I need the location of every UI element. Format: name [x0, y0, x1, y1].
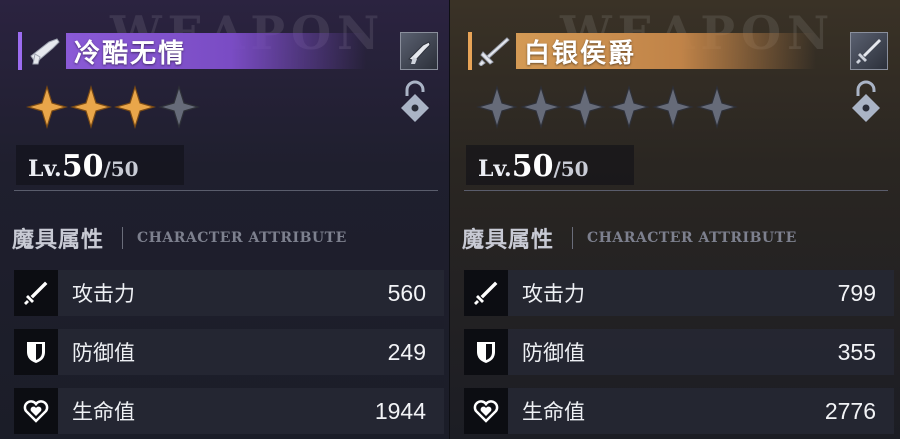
- stat-label: 生命值: [522, 400, 585, 424]
- section-separator: [572, 227, 574, 249]
- star-empty-icon: [158, 84, 200, 130]
- weapon-name-bar: 白银侯爵: [516, 33, 816, 69]
- level-current: 50: [61, 149, 104, 184]
- level-display: Lv. 50 /50: [466, 145, 634, 185]
- section-header: 魔具属性 CHARACTER ATTRIBUTE: [462, 222, 797, 254]
- level-display: Lv. 50 /50: [16, 145, 184, 185]
- weapon-panel-right: WEAPON 白银侯爵: [450, 0, 900, 439]
- stat-label: 攻击力: [72, 282, 135, 306]
- section-title-cn: 魔具属性: [12, 227, 105, 253]
- shield-icon: [464, 329, 508, 375]
- star-empty-icon: [608, 84, 650, 130]
- sword-icon: [14, 270, 58, 316]
- section-title-en: CHARACTER ATTRIBUTE: [137, 230, 347, 246]
- stat-row-attack: 攻击力 799: [464, 270, 894, 316]
- section-title-en: CHARACTER ATTRIBUTE: [587, 230, 797, 246]
- gun-icon: [22, 32, 66, 70]
- sword-icon: [464, 270, 508, 316]
- weapon-name-bar: 冷酷无情: [66, 33, 366, 69]
- stat-row-defense: 防御值 355: [464, 329, 894, 375]
- unlocked-padlock-icon[interactable]: [395, 80, 435, 126]
- section-header: 魔具属性 CHARACTER ATTRIBUTE: [12, 222, 347, 254]
- stat-value: 799: [837, 279, 876, 306]
- shield-icon: [14, 329, 58, 375]
- star-rating: [476, 84, 738, 130]
- stat-value: 355: [837, 338, 876, 365]
- stat-value: 560: [387, 279, 426, 306]
- level-max: /50: [103, 157, 139, 181]
- level-prefix: Lv.: [478, 156, 512, 182]
- weapon-panel-left: WEAPON 冷酷无情: [0, 0, 450, 439]
- star-empty-icon: [652, 84, 694, 130]
- heart-icon: [464, 388, 508, 434]
- star-filled-icon: [26, 84, 68, 130]
- stat-label: 生命值: [72, 400, 135, 424]
- weapon-title-row: 白银侯爵: [468, 32, 888, 70]
- divider: [14, 190, 438, 191]
- star-empty-icon: [696, 84, 738, 130]
- star-empty-icon: [476, 84, 518, 130]
- stat-row-hp: 生命值 1944: [14, 388, 444, 434]
- section-separator: [122, 227, 124, 249]
- unlocked-padlock-icon[interactable]: [846, 80, 886, 126]
- stat-value: 1944: [374, 397, 426, 424]
- stat-label: 防御值: [522, 341, 585, 365]
- heart-icon: [14, 388, 58, 434]
- section-title-cn: 魔具属性: [462, 227, 555, 253]
- sword-icon[interactable]: [850, 32, 888, 70]
- star-filled-icon: [70, 84, 112, 130]
- level-max: /50: [553, 157, 589, 181]
- sword-icon: [472, 32, 516, 70]
- level-prefix: Lv.: [28, 156, 62, 182]
- weapon-title-row: 冷酷无情: [18, 32, 438, 70]
- stat-value: 249: [387, 338, 426, 365]
- star-filled-icon: [114, 84, 156, 130]
- divider: [464, 190, 888, 191]
- stat-row-attack: 攻击力 560: [14, 270, 444, 316]
- star-empty-icon: [564, 84, 606, 130]
- star-empty-icon: [520, 84, 562, 130]
- weapon-name: 白银侯爵: [524, 38, 637, 69]
- stat-row-hp: 生命值 2776: [464, 388, 894, 434]
- revolver-icon[interactable]: [400, 32, 438, 70]
- stat-value: 2776: [824, 397, 876, 424]
- stat-label: 攻击力: [522, 282, 585, 306]
- stat-row-defense: 防御值 249: [14, 329, 444, 375]
- weapon-name: 冷酷无情: [74, 38, 187, 69]
- stat-label: 防御值: [72, 341, 135, 365]
- level-current: 50: [511, 149, 554, 184]
- star-rating: [26, 84, 200, 130]
